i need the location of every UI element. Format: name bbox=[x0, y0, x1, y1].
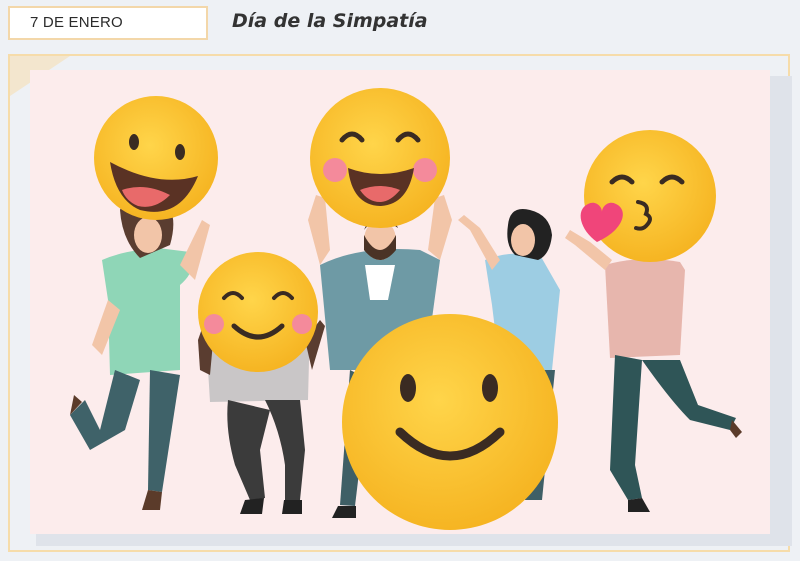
laughing-emoji-icon bbox=[94, 96, 218, 220]
person-green-shirt bbox=[70, 195, 210, 510]
person-pink-shirt bbox=[565, 230, 742, 512]
big-smile-emoji-icon bbox=[342, 314, 558, 530]
laughing-blush-emoji-icon bbox=[310, 88, 450, 228]
kissing-emoji-icon bbox=[584, 130, 716, 262]
emoji-people-illustration bbox=[70, 88, 742, 530]
blushing-smile-emoji-icon bbox=[198, 252, 318, 372]
date-label: 7 DE ENERO bbox=[8, 6, 208, 40]
page-title: Día de la Simpatía bbox=[232, 10, 428, 32]
